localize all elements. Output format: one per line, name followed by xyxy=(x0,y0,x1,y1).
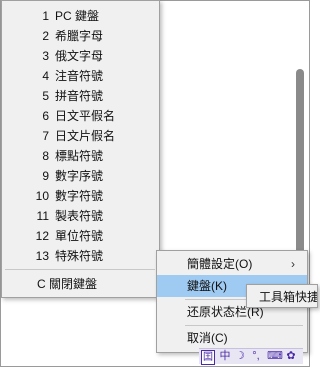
menu-separator xyxy=(5,269,155,270)
item-number: 10 xyxy=(35,189,49,203)
half-moon-icon[interactable]: ☽ xyxy=(234,350,246,363)
item-number: 1 xyxy=(42,9,49,23)
item-label: 單位符號 xyxy=(55,229,104,243)
keyboard-item-special-symbols[interactable]: 13 特殊符號 xyxy=(2,246,159,266)
keyboard-item-pc[interactable]: 1 PC 鍵盤 xyxy=(2,6,159,26)
item-label: 製表符號 xyxy=(55,209,104,223)
item-number: 11 xyxy=(36,209,49,223)
ime-mode-icon[interactable]: 囯 xyxy=(201,350,215,365)
keyboard-item-katakana[interactable]: 7 日文片假名 xyxy=(2,126,159,146)
menu-item-simplified-settings[interactable]: 簡體設定(O) › xyxy=(157,253,307,275)
item-number: 12 xyxy=(35,229,49,243)
menu-item-label: 取消(C) xyxy=(187,331,228,345)
menu-item-cancel[interactable]: 取消(C) xyxy=(157,327,307,349)
soft-keyboard-icon[interactable]: ⌨ xyxy=(267,350,283,363)
item-label: 數字符號 xyxy=(55,189,104,203)
submenu-label: 工具箱快捷 xyxy=(259,290,318,304)
ime-status-toolbar: 囯 中 ☽ °, ⌨ ✿ xyxy=(199,348,303,365)
item-label: 標點符號 xyxy=(55,149,104,163)
item-number: 7 xyxy=(42,129,49,143)
item-label: 日文平假名 xyxy=(55,109,116,123)
item-label: 數字序號 xyxy=(55,169,104,183)
item-label: 希臘字母 xyxy=(55,29,104,43)
keyboard-item-unit-symbols[interactable]: 12 單位符號 xyxy=(2,226,159,246)
menu-item-label: 簡體設定(O) xyxy=(187,257,253,271)
chinese-mode-icon[interactable]: 中 xyxy=(219,350,231,363)
item-number: 9 xyxy=(42,169,49,183)
menu-separator xyxy=(185,325,303,326)
item-number: 2 xyxy=(42,29,49,43)
item-number: 8 xyxy=(42,149,49,163)
keyboard-item-greek[interactable]: 2 希臘字母 xyxy=(2,26,159,46)
soft-keyboard-menu: 1 PC 鍵盤 2 希臘字母 3 俄文字母 4 注音符號 5 拼音符號 6 日文… xyxy=(1,0,160,298)
keyboard-item-hiragana[interactable]: 6 日文平假名 xyxy=(2,106,159,126)
menu-item-label: 鍵盤(K) xyxy=(187,279,227,293)
item-label: 注音符號 xyxy=(55,69,104,83)
item-number: 13 xyxy=(35,249,49,263)
close-keyboard-item[interactable]: C 關閉鍵盤 xyxy=(37,274,97,294)
keyboard-item-zhuyin[interactable]: 4 注音符號 xyxy=(2,66,159,86)
item-number: 3 xyxy=(42,49,49,63)
keyboard-item-numbering[interactable]: 9 數字序號 xyxy=(2,166,159,186)
keyboard-item-pinyin[interactable]: 5 拼音符號 xyxy=(2,86,159,106)
keyboard-item-russian[interactable]: 3 俄文字母 xyxy=(2,46,159,66)
keyboard-item-punctuation[interactable]: 8 標點符號 xyxy=(2,146,159,166)
toolbox-shortcut-submenu[interactable]: 工具箱快捷 xyxy=(246,284,318,308)
keyboard-item-numeric-symbols[interactable]: 10 數字符號 xyxy=(2,186,159,206)
item-number: 4 xyxy=(42,69,49,83)
item-label: PC 鍵盤 xyxy=(55,9,100,23)
item-number: 5 xyxy=(42,89,49,103)
submenu-arrow-icon: › xyxy=(291,257,295,271)
item-label: 俄文字母 xyxy=(55,49,104,63)
item-label: 特殊符號 xyxy=(55,249,104,263)
settings-icon[interactable]: ✿ xyxy=(285,350,297,363)
punctuation-icon[interactable]: °, xyxy=(249,350,263,363)
keyboard-item-table-symbols[interactable]: 11 製表符號 xyxy=(2,206,159,226)
item-number: 6 xyxy=(42,109,49,123)
item-label: 日文片假名 xyxy=(55,129,116,143)
item-label: 拼音符號 xyxy=(55,89,104,103)
